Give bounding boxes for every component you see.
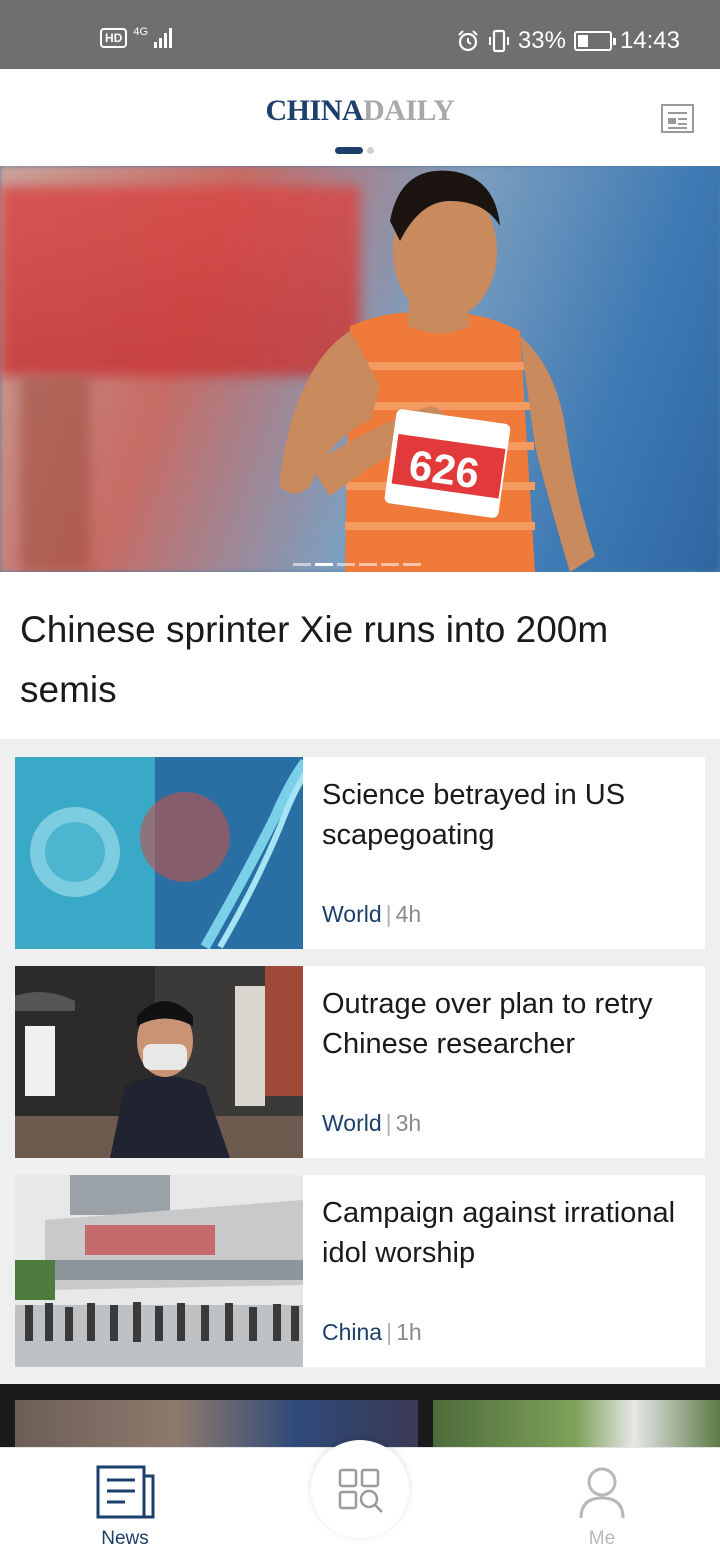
- article-time: 3h: [395, 1110, 422, 1136]
- status-left: HD 4G: [100, 26, 173, 48]
- network-label: 4G: [133, 26, 149, 38]
- article-meta: World | 4h: [322, 901, 421, 928]
- article-category[interactable]: China: [322, 1319, 382, 1345]
- article-time: 4h: [395, 901, 422, 927]
- carousel-dot: [403, 563, 421, 566]
- carousel-dot-active: [315, 563, 333, 566]
- newspaper-icon[interactable]: [661, 104, 694, 133]
- news-icon: [96, 1465, 155, 1519]
- article-thumbnail-researcher: [15, 966, 303, 1158]
- news-feed: Science betrayed in US scapegoating Worl…: [0, 739, 720, 1384]
- hero-title[interactable]: Chinese sprinter Xie runs into 200m semi…: [20, 600, 700, 720]
- hd-badge: HD: [100, 28, 128, 48]
- status-bar: HD 4G 33% 14:43: [0, 0, 720, 69]
- article-meta: World | 3h: [322, 1110, 421, 1137]
- categories-button[interactable]: [311, 1440, 409, 1538]
- nav-news[interactable]: News: [55, 1448, 195, 1560]
- carousel-dot: [337, 563, 355, 566]
- nav-me[interactable]: Me: [532, 1448, 672, 1560]
- alarm-icon: [458, 30, 478, 52]
- hero-image[interactable]: 626: [0, 166, 720, 572]
- carousel-dot: [293, 563, 311, 566]
- logo-china: CHINA: [265, 94, 364, 127]
- hero-background-pole: [20, 376, 90, 572]
- battery-fill: [577, 35, 588, 47]
- nav-news-label: News: [101, 1528, 149, 1549]
- article-time: 1h: [396, 1319, 422, 1345]
- carousel-dot: [381, 563, 399, 566]
- page-dot-active: [335, 147, 363, 154]
- hero-caption[interactable]: Chinese sprinter Xie runs into 200m semi…: [0, 572, 720, 739]
- status-right: 33% 14:43: [456, 27, 680, 55]
- article-thumbnail-crowd: [15, 1175, 303, 1367]
- article-title: Outrage over plan to retry Chinese resea…: [322, 988, 653, 1060]
- article-thumbnail-virus-dna: [15, 757, 303, 949]
- app-header: CHINADAILY: [0, 69, 720, 166]
- article-title: Campaign against irrational idol worship: [322, 1197, 676, 1269]
- bib-number: 626: [406, 441, 482, 497]
- signal-icon: [154, 28, 173, 48]
- bottom-navigation: News Me: [0, 1440, 720, 1560]
- article-card[interactable]: Outrage over plan to retry Chinese resea…: [15, 966, 705, 1158]
- categories-search-icon: [338, 1468, 383, 1513]
- featured-thumbnail-panda[interactable]: [433, 1400, 720, 1454]
- article-meta: China | 1h: [322, 1319, 422, 1346]
- logo-daily: DAILY: [363, 94, 455, 127]
- battery-icon: [573, 31, 616, 51]
- battery-percent: 33%: [517, 27, 566, 54]
- article-title: Science betrayed in US scapegoating: [322, 779, 626, 851]
- nav-me-label: Me: [588, 1528, 616, 1549]
- header-page-indicator: [335, 147, 374, 154]
- article-category[interactable]: World: [322, 901, 382, 927]
- china-daily-logo[interactable]: CHINADAILY: [0, 94, 720, 128]
- meta-separator: |: [385, 901, 392, 927]
- carousel-dot: [359, 563, 377, 566]
- vibrate-icon: [488, 29, 509, 53]
- clock: 14:43: [619, 27, 680, 54]
- profile-icon: [579, 1467, 625, 1519]
- meta-separator: |: [385, 1110, 392, 1136]
- article-card[interactable]: Science betrayed in US scapegoating Worl…: [15, 757, 705, 949]
- page-dot: [367, 147, 374, 154]
- meta-separator: |: [386, 1319, 393, 1345]
- article-card[interactable]: Campaign against irrational idol worship…: [15, 1175, 705, 1367]
- hero-carousel-indicator: [293, 563, 421, 566]
- article-category[interactable]: World: [322, 1110, 382, 1136]
- sprinter-illustration: 626: [280, 170, 595, 572]
